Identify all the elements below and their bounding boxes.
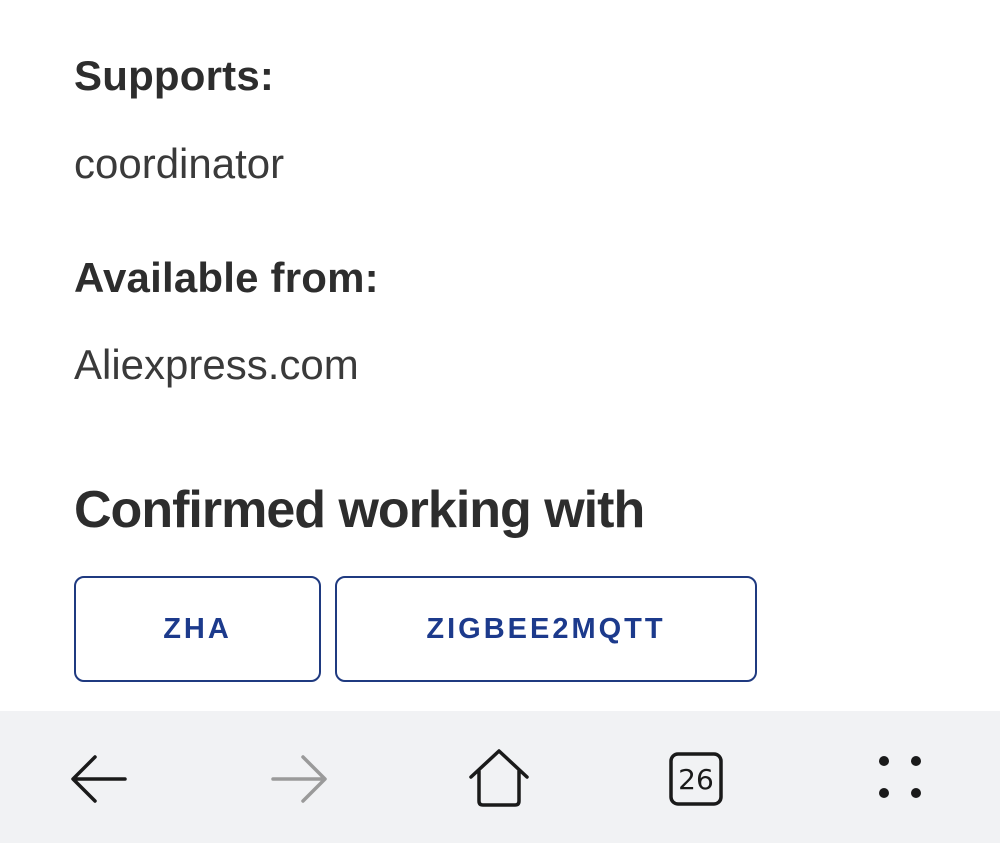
compatibility-chips: ZHA ZIGBEE2MQTT (74, 576, 757, 682)
chip-zigbee2mqtt[interactable]: ZIGBEE2MQTT (335, 576, 757, 682)
supports-value: coordinator (74, 140, 285, 187)
back-button[interactable] (67, 747, 131, 811)
tabs-count: 26 (678, 762, 714, 796)
tabs-button[interactable]: 26 (668, 751, 724, 807)
home-icon (469, 749, 529, 807)
dots-menu-icon (879, 756, 921, 798)
confirmed-working-title: Confirmed working with (74, 481, 645, 539)
menu-button[interactable] (868, 747, 932, 811)
chip-zha[interactable]: ZHA (74, 576, 321, 682)
home-button[interactable] (467, 747, 531, 811)
arrow-right-icon (271, 755, 327, 803)
arrow-left-icon (71, 755, 127, 803)
available-from-value: Aliexpress.com (74, 341, 359, 388)
available-from-label: Available from: (74, 254, 379, 301)
page: Supports: coordinator Available from: Al… (0, 0, 1000, 843)
forward-button[interactable] (267, 747, 331, 811)
browser-bottom-bar: 26 (0, 711, 1000, 843)
supports-label: Supports: (74, 52, 275, 99)
